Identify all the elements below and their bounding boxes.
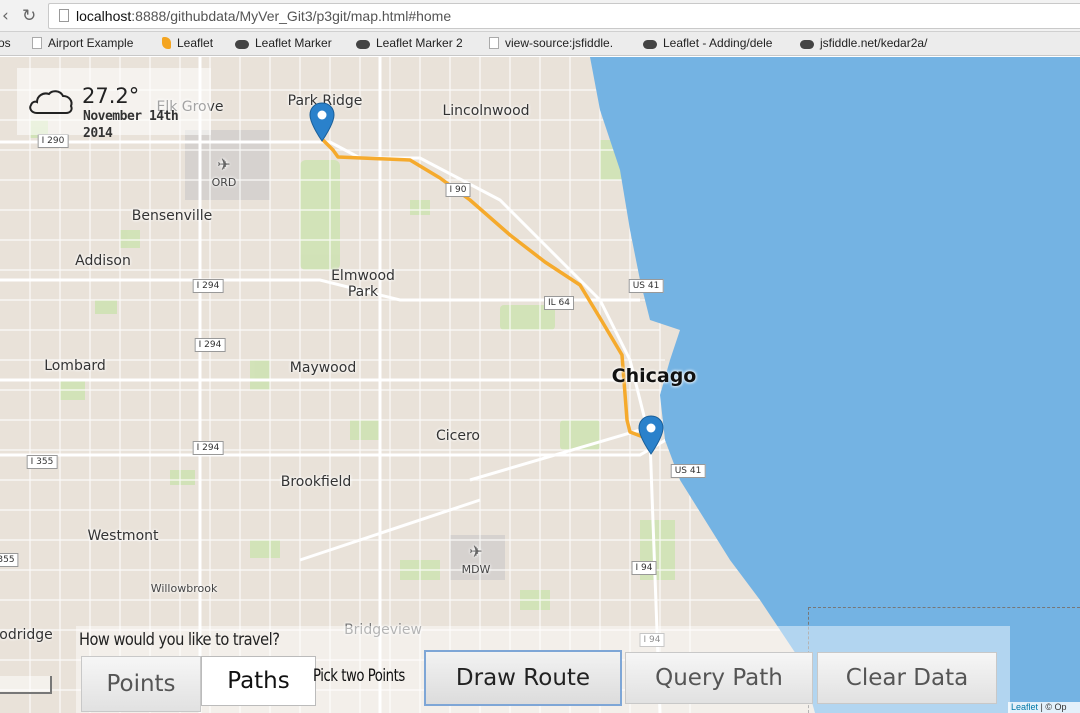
bookmark-label: os: [0, 36, 11, 50]
github-icon: [643, 40, 657, 49]
bookmark-label: view-source:jsfiddle.: [505, 36, 614, 50]
scale-bar: [0, 676, 52, 694]
place-label: Maywood: [289, 360, 357, 376]
url-text[interactable]: localhost:8888/githubdata/MyVer_Git3/p3g…: [76, 8, 451, 24]
bookmark-label: Leaflet Marker 2: [376, 36, 463, 50]
bookmark-airport-example[interactable]: Airport Example: [32, 36, 133, 50]
bookmark-leaflet-marker[interactable]: Leaflet Marker: [235, 36, 332, 50]
weather-date-line1: November 14th: [83, 109, 179, 124]
place-label: Lincolnwood: [442, 103, 530, 119]
url-host: localhost: [76, 8, 132, 24]
bookmark-view-source[interactable]: view-source:jsfiddle.: [489, 36, 613, 50]
highway-shield: US 41: [628, 279, 664, 293]
address-field[interactable]: localhost:8888/githubdata/MyVer_Git3/p3g…: [48, 3, 1080, 29]
weather-widget: 27.2° November 14th 2014: [17, 68, 211, 141]
place-label: Elmwood Park: [331, 268, 395, 300]
page-icon: [489, 37, 499, 49]
place-label: Cicero: [436, 428, 480, 444]
bookmark-leaflet[interactable]: Leaflet: [162, 36, 213, 50]
bookmark-label: Leaflet Marker: [255, 36, 332, 50]
highway-shield: I 294: [192, 441, 224, 455]
browser-url-bar: ‹ ↻ localhost:8888/githubdata/MyVer_Git3…: [0, 0, 1080, 32]
bookmark-label: Leaflet: [177, 36, 214, 50]
page-icon: [59, 9, 69, 22]
highway-shield: IL 64: [544, 296, 574, 310]
temperature: 27.2°: [82, 84, 140, 108]
points-button[interactable]: Points: [81, 656, 201, 712]
place-label: Lombard: [44, 358, 106, 374]
place-label: odridge: [0, 627, 53, 643]
place-label: Chicago: [611, 365, 697, 387]
place-label: Willowbrook: [150, 582, 218, 595]
highway-shield: I 90: [445, 183, 471, 197]
place-label: Brookfield: [280, 474, 352, 490]
clear-data-button[interactable]: Clear Data: [817, 652, 997, 704]
map-marker-end[interactable]: [638, 415, 664, 455]
highway-shield: I 294: [194, 338, 226, 352]
page-icon: [32, 37, 42, 49]
github-icon: [235, 40, 249, 49]
place-label: Westmont: [87, 528, 159, 544]
leaflet-link[interactable]: Leaflet: [1011, 702, 1038, 712]
map-attribution: Leaflet | © Op: [1008, 702, 1080, 713]
weather-date: November 14th 2014: [83, 108, 193, 142]
github-icon: [356, 40, 370, 49]
travel-question: How would you like to travel?: [79, 630, 280, 650]
attribution-text: | © Op: [1038, 702, 1067, 712]
bookmark-leaflet-marker-2[interactable]: Leaflet Marker 2: [356, 36, 463, 50]
bookmark-label: jsfiddle.net/kedar2a/: [820, 36, 928, 50]
bookmark-label: Leaflet - Adding/dele: [663, 36, 773, 50]
reload-icon[interactable]: ↻: [22, 6, 36, 26]
place-label: MDW: [461, 563, 491, 576]
url-path: :8888/githubdata/MyVer_Git3/p3git/map.ht…: [131, 8, 452, 24]
bookmark-jsfiddle[interactable]: jsfiddle.net/kedar2a/: [800, 36, 927, 50]
bookmark-label: Airport Example: [48, 36, 134, 50]
place-label: Addison: [75, 253, 131, 269]
highway-shield: US 41: [670, 464, 706, 478]
place-label: ORD: [211, 176, 237, 189]
airplane-icon: ✈: [469, 542, 483, 561]
pick-points-label: Pick two Points: [313, 666, 405, 686]
weather-date-line2: 2014: [83, 126, 113, 141]
place-label: Bensenville: [131, 208, 213, 224]
airplane-icon: ✈: [217, 155, 231, 174]
back-arrow-icon[interactable]: ‹: [2, 6, 9, 26]
draw-route-button[interactable]: Draw Route: [424, 650, 622, 706]
highway-shield: I 290: [37, 134, 69, 148]
query-path-button[interactable]: Query Path: [625, 652, 813, 704]
bookmarks-bar: os Airport Example Leaflet Leaflet Marke…: [0, 32, 1080, 56]
bookmark-apps[interactable]: os: [0, 36, 11, 50]
map-marker-start[interactable]: [309, 102, 335, 142]
github-icon: [800, 40, 814, 49]
leaflet-icon: [162, 37, 171, 49]
bookmark-leaflet-adding[interactable]: Leaflet - Adding/dele: [643, 36, 772, 50]
highway-shield: 355: [0, 553, 19, 567]
cloud-icon: [29, 90, 73, 114]
highway-shield: I 94: [631, 561, 657, 575]
highway-shield: I 355: [26, 455, 58, 469]
paths-button[interactable]: Paths: [201, 656, 316, 706]
highway-shield: I 294: [192, 279, 224, 293]
